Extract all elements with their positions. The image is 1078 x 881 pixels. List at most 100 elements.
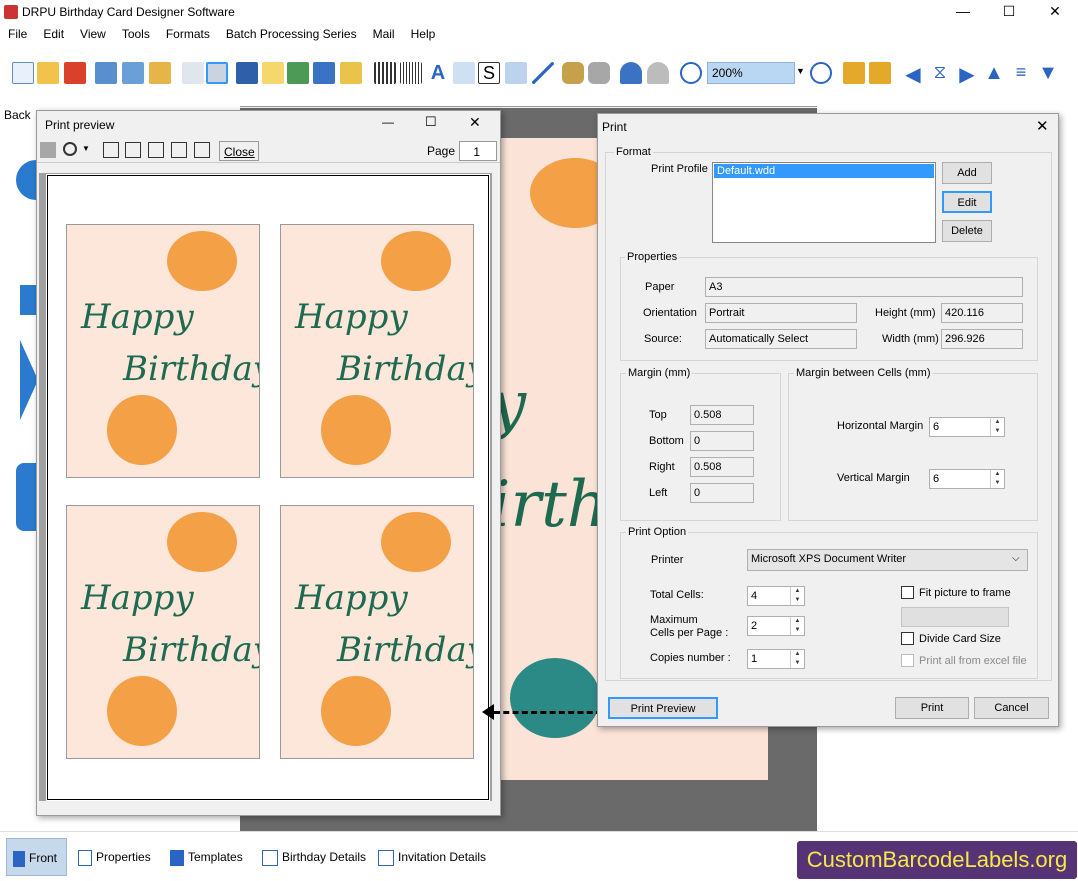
- close-button[interactable]: ✕: [1032, 0, 1078, 24]
- zoom-icon[interactable]: [63, 142, 77, 156]
- symbol-icon[interactable]: S: [478, 62, 500, 84]
- open-icon[interactable]: [37, 62, 59, 84]
- shape-rect-icon[interactable]: [16, 463, 38, 531]
- tab-birthday-details[interactable]: Birthday Details: [258, 838, 372, 876]
- export-icon[interactable]: [149, 62, 171, 84]
- edit-profile-button[interactable]: Edit: [942, 191, 992, 213]
- print-preview-close-x-button[interactable]: ✕: [469, 114, 489, 131]
- zoom-dropdown-icon[interactable]: ▼: [796, 66, 805, 76]
- mail-icon[interactable]: [505, 62, 527, 84]
- printer-select[interactable]: Microsoft XPS Document Writer: [747, 549, 1028, 571]
- align-icon[interactable]: ≡: [1010, 62, 1032, 84]
- three-pages-icon[interactable]: [148, 142, 164, 158]
- print-icon[interactable]: [206, 62, 228, 84]
- print-preview-toolbar: ▼ Close Page 1: [37, 139, 500, 163]
- tab-birthday-details-label: Birthday Details: [282, 850, 367, 865]
- menu-formats[interactable]: Formats: [158, 24, 218, 41]
- hmargin-spin-icon[interactable]: ▲ ▼: [990, 418, 1004, 436]
- barcode2-icon[interactable]: [400, 62, 422, 84]
- paper-field: A3: [705, 277, 1023, 297]
- profile-default[interactable]: Default.wdd: [714, 164, 934, 178]
- lock-icon[interactable]: [843, 62, 865, 84]
- zoom-dropdown-icon[interactable]: ▼: [82, 144, 90, 153]
- page-spinner[interactable]: 1: [459, 141, 497, 161]
- layers-icon[interactable]: [236, 62, 258, 84]
- close-preview-button[interactable]: Close: [219, 141, 259, 161]
- arrow-right-icon[interactable]: ▶: [956, 62, 978, 86]
- two-pages-icon[interactable]: [125, 142, 141, 158]
- menu-edit[interactable]: Edit: [35, 24, 72, 41]
- zoom-out-icon[interactable]: [810, 62, 832, 84]
- arrow-down-icon[interactable]: ▼: [1037, 62, 1059, 84]
- tab-templates[interactable]: Templates: [166, 838, 252, 876]
- left-field[interactable]: 0: [690, 483, 754, 503]
- print-setup-icon[interactable]: [182, 62, 204, 84]
- delete-profile-button[interactable]: Delete: [942, 220, 992, 242]
- max-cells-spin-icon[interactable]: ▲ ▼: [790, 617, 804, 635]
- flip-icon[interactable]: ⧖: [929, 62, 951, 84]
- tab-properties[interactable]: Properties: [74, 838, 160, 876]
- new-icon[interactable]: [12, 62, 34, 84]
- barcode-icon[interactable]: [374, 62, 396, 84]
- maximize-button[interactable]: ☐: [986, 0, 1032, 24]
- print-preview-maximize-button[interactable]: ☐: [425, 114, 445, 130]
- zoom-in-icon[interactable]: [680, 62, 702, 84]
- menu-help[interactable]: Help: [403, 24, 444, 41]
- image-icon[interactable]: [287, 62, 309, 84]
- menu-tools[interactable]: Tools: [114, 24, 158, 41]
- text-icon[interactable]: A: [427, 62, 449, 84]
- printer-dropdown-icon[interactable]: ⌵: [1012, 553, 1020, 564]
- print-preview-button[interactable]: Print Preview: [608, 697, 718, 719]
- print-preview-minimize-button[interactable]: —: [382, 115, 402, 129]
- close-doc-icon[interactable]: [64, 62, 86, 84]
- total-cells-spinner[interactable]: 4 ▲ ▼: [747, 586, 805, 606]
- unlock-icon[interactable]: [869, 62, 891, 84]
- menu-batch[interactable]: Batch Processing Series: [218, 24, 365, 41]
- bottom-field[interactable]: 0: [690, 431, 754, 451]
- copies-spin-icon[interactable]: ▲ ▼: [790, 650, 804, 668]
- print-all-excel-label: Print all from excel file: [919, 655, 1027, 667]
- undo-icon[interactable]: [620, 62, 642, 84]
- vmargin-spinner[interactable]: 6 ▲ ▼: [929, 469, 1005, 489]
- gift-icon[interactable]: [262, 62, 284, 84]
- menu-view[interactable]: View: [72, 24, 114, 41]
- print-icon[interactable]: [40, 142, 56, 158]
- pen-icon[interactable]: [313, 62, 335, 84]
- save-as-icon[interactable]: [122, 62, 144, 84]
- one-page-icon[interactable]: [103, 142, 119, 158]
- fit-picture-checkbox[interactable]: [901, 586, 914, 599]
- database2-icon[interactable]: [588, 62, 610, 84]
- add-profile-button[interactable]: Add: [942, 162, 992, 184]
- print-dialog-close-button[interactable]: ✕: [1036, 117, 1049, 135]
- card-happy-text: Happy: [81, 297, 194, 337]
- right-field[interactable]: 0.508: [690, 457, 754, 477]
- six-pages-icon[interactable]: [194, 142, 210, 158]
- vmargin-spin-icon[interactable]: ▲ ▼: [990, 470, 1004, 488]
- tab-invitation-details[interactable]: Invitation Details: [374, 838, 494, 876]
- hmargin-spinner[interactable]: 6 ▲ ▼: [929, 417, 1005, 437]
- total-cells-spin-icon[interactable]: ▲ ▼: [790, 587, 804, 605]
- redo-icon[interactable]: [647, 62, 669, 84]
- database-icon[interactable]: [562, 62, 584, 84]
- preview-card-4: Happy Birthday: [280, 505, 474, 759]
- shapes-icon[interactable]: [340, 62, 362, 84]
- copies-spinner[interactable]: 1 ▲ ▼: [747, 649, 805, 669]
- menu-mail[interactable]: Mail: [365, 24, 403, 41]
- arrow-up-icon[interactable]: ▲: [983, 62, 1005, 84]
- save-icon[interactable]: [95, 62, 117, 84]
- wordart-icon[interactable]: [453, 62, 475, 84]
- top-field[interactable]: 0.508: [690, 405, 754, 425]
- print-profile-list[interactable]: Default.wdd: [712, 162, 936, 243]
- four-pages-icon[interactable]: [171, 142, 187, 158]
- max-cells-spinner[interactable]: 2 ▲ ▼: [747, 616, 805, 636]
- menu-file[interactable]: File: [0, 24, 35, 41]
- minimize-button[interactable]: —: [940, 0, 986, 24]
- tab-front[interactable]: Front: [6, 838, 67, 876]
- cancel-button[interactable]: Cancel: [974, 697, 1049, 719]
- line-icon[interactable]: [532, 62, 554, 84]
- divide-card-checkbox[interactable]: [901, 632, 914, 645]
- zoom-input[interactable]: 200%: [707, 62, 795, 84]
- print-button[interactable]: Print: [895, 697, 969, 719]
- arrow-left-icon[interactable]: ◀: [902, 62, 924, 86]
- total-cells-value: 4: [751, 590, 758, 602]
